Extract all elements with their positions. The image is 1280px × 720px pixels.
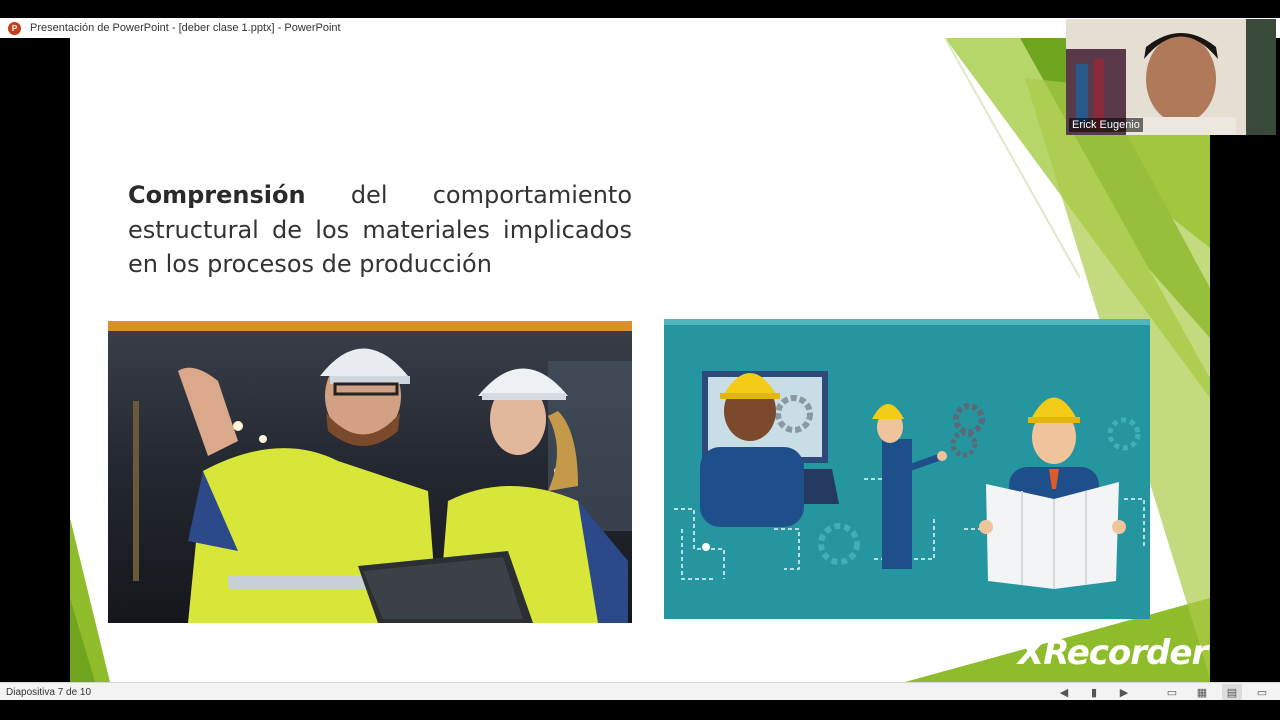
next-icon[interactable]: ▶ — [1114, 684, 1134, 700]
window-title: Presentación de PowerPoint - [deber clas… — [30, 22, 341, 34]
participant-name: Erick Eugenio — [1069, 118, 1143, 132]
status-bar: Diapositiva 7 de 10 ◀ ▮ ▶ ▭ ▦ ▤ ▭ — [0, 682, 1280, 701]
status-controls: ◀ ▮ ▶ ▭ ▦ ▤ ▭ — [1044, 683, 1280, 701]
reading-view-icon[interactable]: ▤ — [1222, 684, 1242, 700]
slide-indicator: Diapositiva 7 de 10 — [6, 686, 92, 698]
previous-icon[interactable]: ◀ — [1054, 684, 1074, 700]
slide-text-bold: Comprensión — [128, 181, 306, 209]
slide-body-text: Comprensión del comportamiento estructur… — [128, 178, 632, 282]
powerpoint-icon: P — [8, 21, 21, 35]
engineers-illustration — [664, 319, 1150, 619]
top-black-bar — [0, 0, 1280, 18]
slide-sorter-icon[interactable]: ▮ — [1084, 684, 1104, 700]
grid-view-icon[interactable]: ▦ — [1192, 684, 1212, 700]
workers-in-factory-photo — [108, 321, 632, 623]
webcam-overlay: Erick Eugenio — [1066, 19, 1276, 135]
bottom-black-bar — [0, 700, 1280, 720]
slide: Comprensión del comportamiento estructur… — [70, 38, 1210, 682]
xrecorder-watermark: XRecorder — [1018, 633, 1208, 673]
normal-view-icon[interactable]: ▭ — [1162, 684, 1182, 700]
slideshow-icon[interactable]: ▭ — [1252, 684, 1272, 700]
